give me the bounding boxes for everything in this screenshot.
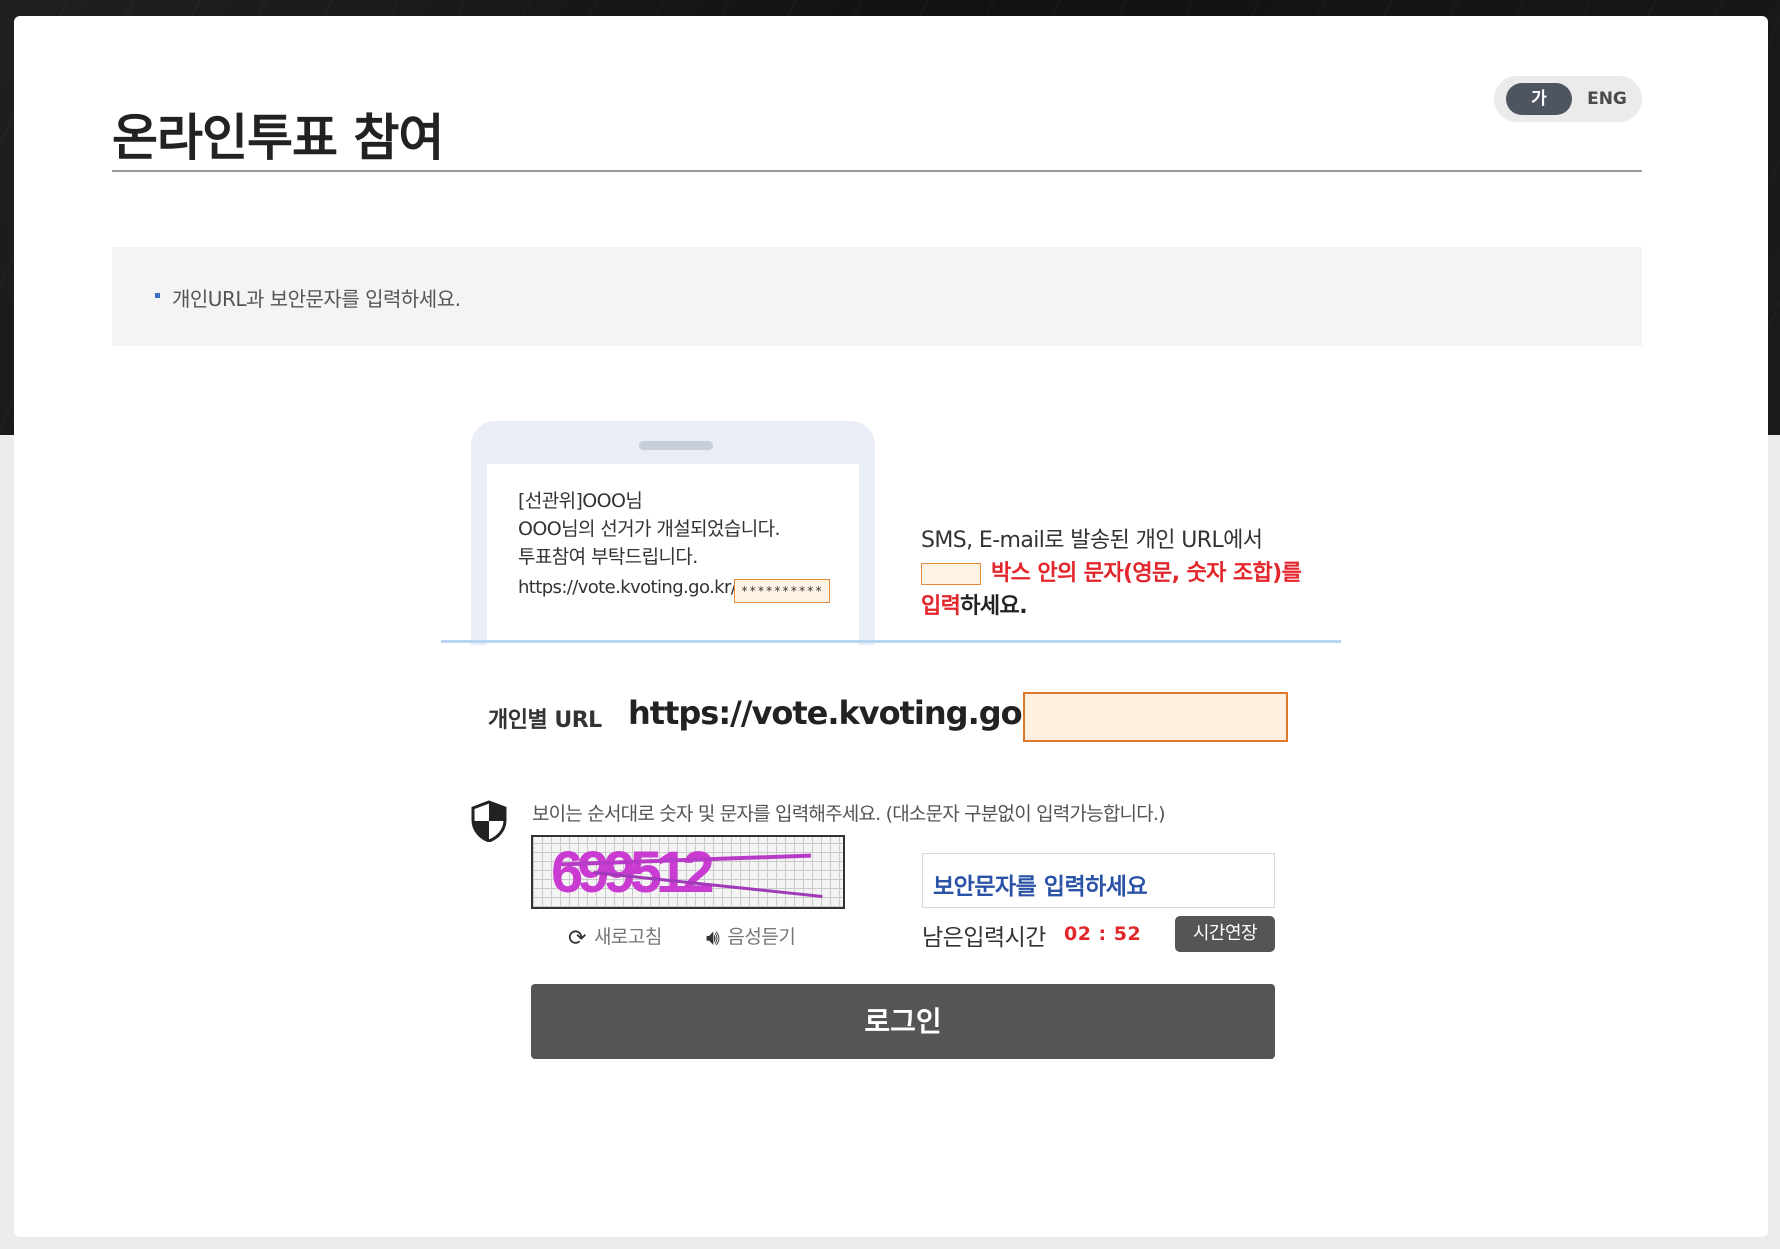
phone-illustration: [선관위]OOO님 OOO님의 선거가 개설되었습니다. 투표참여 부탁드립니다… — [471, 421, 875, 645]
remaining-time-value: 02 : 52 — [1064, 923, 1142, 945]
instruction-line-1: SMS, E-mail로 발송된 개인 URL에서 — [921, 528, 1263, 553]
sms-line-url: https://vote.kvoting.go.kr/ — [518, 577, 737, 598]
language-toggle: 가 ENG — [1494, 76, 1642, 122]
instruction-line-3-rest: 하세요. — [960, 594, 1027, 619]
instruction-input-word: 입력 — [921, 594, 961, 619]
captcha-audio-label: 음성듣기 — [727, 926, 796, 948]
login-button[interactable]: 로그인 — [531, 984, 1275, 1059]
url-prefix: https://vote.kvoting.go.kr/ — [628, 694, 1080, 732]
extend-time-button[interactable]: 시간연장 — [1175, 916, 1275, 952]
title-divider — [112, 170, 1642, 172]
phone-screen: [선관위]OOO님 OOO님의 선거가 개설되었습니다. 투표참여 부탁드립니다… — [487, 464, 859, 645]
personal-url-label: 개인별 URL — [488, 708, 602, 733]
refresh-icon: ⟳ — [568, 926, 586, 951]
captcha-image: 699512 — [531, 835, 845, 909]
lang-korean-button[interactable]: 가 — [1506, 83, 1572, 115]
personal-url-input[interactable] — [1023, 692, 1288, 742]
shield-icon — [471, 800, 507, 842]
sms-line-message: OOO님의 선거가 개설되었습니다. — [518, 518, 781, 540]
security-code-input[interactable]: 보안문자를 입력하세요 — [922, 853, 1275, 908]
illustration-divider — [441, 640, 1341, 643]
remaining-time-label: 남은입력시간 — [922, 925, 1046, 951]
lang-english-button[interactable]: ENG — [1580, 83, 1634, 115]
sms-masked-code: ********** — [734, 579, 830, 603]
notice-text: 개인URL과 보안문자를 입력하세요. — [172, 287, 461, 311]
captcha-audio-button[interactable]: 🔊︎ 음성듣기 — [706, 922, 796, 951]
captcha-refresh-button[interactable]: ⟳ 새로고침 — [568, 922, 662, 951]
instruction-line-2: 박스 안의 문자(영문, 숫자 조합)를 — [991, 561, 1302, 586]
instruction-box-sample — [921, 563, 981, 585]
speaker-icon: 🔊︎ — [706, 926, 720, 951]
page-title: 온라인투표 참여 — [112, 109, 444, 167]
sms-line-sender: [선관위]OOO님 — [518, 490, 643, 512]
phone-speaker — [639, 441, 713, 450]
notice-bullet — [155, 293, 160, 298]
instruction-text: SMS, E-mail로 발송된 개인 URL에서 박스 안의 문자(영문, 숫… — [921, 522, 1302, 621]
notice-box: 개인URL과 보안문자를 입력하세요. — [112, 247, 1642, 346]
sms-line-request: 투표참여 부탁드립니다. — [518, 546, 698, 568]
security-code-placeholder: 보안문자를 입력하세요 — [933, 874, 1148, 900]
captcha-refresh-label: 새로고침 — [593, 926, 662, 948]
captcha-code: 699512 — [551, 840, 715, 905]
captcha-hint: 보이는 순서대로 숫자 및 문자를 입력해주세요. (대소문자 구분없이 입력가… — [532, 803, 1166, 825]
